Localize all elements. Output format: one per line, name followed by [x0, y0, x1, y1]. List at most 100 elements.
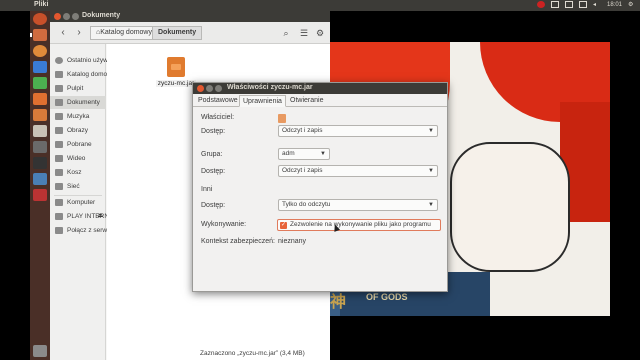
tab-basic[interactable]: Podstawowe — [195, 95, 241, 107]
group-access-value: Odczyt i zapis — [282, 167, 323, 174]
sidebar-item-label: Sieć — [67, 183, 80, 190]
others-access-select[interactable]: Tylko do odczytu ▼ — [278, 199, 438, 211]
group-select[interactable]: adm ▼ — [278, 148, 330, 160]
group-access-select[interactable]: Odczyt i zapis ▼ — [278, 165, 438, 177]
settings-icon[interactable] — [33, 141, 47, 153]
toolbar: ‹ › ⌂Katalog domowy Dokumenty ⌕ ☰ ⚙ — [50, 22, 330, 44]
minimize-button[interactable] — [63, 13, 70, 20]
writer-icon[interactable] — [33, 61, 47, 73]
calc-icon[interactable] — [33, 77, 47, 89]
exec-checkbox[interactable]: ✓ — [280, 222, 287, 229]
file-item[interactable]: zyczu-mc.jar — [156, 57, 196, 87]
sidebar-item-home[interactable]: Katalog domowy — [50, 68, 115, 81]
menu-icon[interactable]: ⚙ — [314, 27, 326, 39]
properties-dialog: Właściwości zyczu-mc.jar Podstawowe Upra… — [192, 82, 448, 292]
breadcrumb-home-label: Katalog domowy — [100, 29, 152, 36]
terminal-icon[interactable] — [33, 157, 47, 169]
jar-file-icon — [167, 57, 185, 77]
others-access-label: Dostęp: — [201, 202, 226, 209]
exec-label: Wykonywanie: — [201, 221, 247, 228]
security-context-label: Kontekst zabezpieczeń: — [201, 238, 275, 245]
clock-icon — [55, 57, 63, 64]
back-button[interactable]: ‹ — [56, 26, 70, 40]
sidebar-item-computer[interactable]: Komputer — [50, 196, 106, 209]
tab-open-with[interactable]: Otwieranie — [287, 95, 326, 107]
keyboard-icon[interactable] — [550, 1, 559, 8]
group-access-label: Dostęp: — [201, 168, 226, 175]
sidebar-item-label: Muzyka — [67, 113, 90, 120]
close-button[interactable] — [197, 85, 204, 92]
files-launcher-icon[interactable] — [30, 29, 47, 41]
tab-permissions[interactable]: Uprawnienia — [239, 95, 286, 107]
chevron-down-icon: ▼ — [320, 151, 326, 157]
background-black-band — [330, 316, 610, 360]
sidebar-item-desktop[interactable]: Pulpit — [50, 82, 106, 95]
eject-icon[interactable]: ⏏ — [97, 210, 103, 223]
owner-access-select[interactable]: Odczyt i zapis ▼ — [278, 125, 438, 137]
launcher — [30, 11, 50, 360]
impress-icon[interactable] — [33, 93, 47, 105]
file-name: zyczu-mc.jar — [156, 80, 196, 87]
search-icon[interactable]: ⌕ — [280, 27, 292, 39]
others-heading: Inni — [201, 186, 213, 193]
artwork-face — [450, 142, 570, 272]
owner-label: Właściciel: — [201, 114, 235, 121]
dialog-titlebar[interactable]: Właściwości zyczu-mc.jar — [193, 83, 447, 94]
dialog-title: Właściwości zyczu-mc.jar — [227, 84, 313, 91]
breadcrumb-home[interactable]: ⌂Katalog domowy — [90, 26, 158, 40]
minimize-button[interactable] — [206, 85, 213, 92]
maximize-button[interactable] — [215, 85, 222, 92]
group-value: adm — [282, 150, 295, 157]
breadcrumb-documents-label: Dokumenty — [158, 29, 197, 36]
computer-icon — [55, 199, 63, 206]
sidebar-item-label: Kosz — [67, 169, 82, 176]
documents-icon — [55, 99, 63, 106]
sidebar-item-downloads[interactable]: Pobrane — [50, 138, 106, 151]
forward-button[interactable]: › — [72, 26, 86, 40]
system-tray: ◂ 18:01 ⚙ — [536, 1, 636, 8]
active-app-name: Pliki — [34, 1, 49, 8]
network-icon — [55, 183, 63, 190]
firefox-icon[interactable] — [33, 45, 47, 57]
sidebar-item-trash[interactable]: Kosz — [50, 166, 106, 179]
sidebar-item-videos[interactable]: Wideo — [50, 152, 106, 165]
app-icon[interactable] — [33, 173, 47, 185]
sidebar-item-label: Dokumenty — [67, 99, 100, 106]
exec-checkbox-label[interactable]: Zezwolenie na wykonywanie pliku jako pro… — [290, 221, 431, 228]
status-bar: Zaznaczono „zyczu-mc.jar” (3,4 MB) — [200, 350, 305, 357]
sidebar-item-pictures[interactable]: Obrazy — [50, 124, 106, 137]
exec-checkbox-row[interactable]: ✓ Zezwolenie na wykonywanie pliku jako p… — [277, 219, 441, 231]
tab-bar: Podstawowe Uprawnienia Otwieranie — [193, 95, 447, 107]
sidebar-item-play-internet[interactable]: PLAY INTERNET ⏏ — [50, 210, 117, 223]
amazon-icon[interactable] — [33, 125, 47, 137]
music-icon — [55, 113, 63, 120]
chevron-down-icon: ▼ — [428, 128, 434, 134]
file-manager-title: Dokumenty — [82, 12, 121, 19]
trash-launcher-icon[interactable] — [33, 345, 47, 357]
sidebar-item-recent[interactable]: Ostatnio używane — [50, 54, 119, 67]
sound-icon[interactable]: ◂ — [593, 1, 601, 8]
chevron-down-icon: ▼ — [428, 168, 434, 174]
file-manager-titlebar[interactable]: Dokumenty — [50, 11, 330, 22]
maximize-button[interactable] — [72, 13, 79, 20]
software-center-icon[interactable] — [33, 109, 47, 121]
view-list-icon[interactable]: ☰ — [298, 27, 310, 39]
power-icon[interactable]: ⚙ — [628, 1, 636, 8]
app-icon-2[interactable] — [33, 189, 47, 201]
mail-icon[interactable] — [564, 1, 573, 8]
server-icon — [55, 227, 63, 234]
battery-icon[interactable] — [578, 1, 587, 8]
close-button[interactable] — [54, 13, 61, 20]
desktop-icon — [55, 85, 63, 92]
dash-icon[interactable] — [33, 13, 47, 25]
sidebar-item-music[interactable]: Muzyka — [50, 110, 106, 123]
sidebar-item-label: Komputer — [67, 199, 96, 206]
sidebar-item-label: Pulpit — [67, 85, 84, 92]
network-icon[interactable] — [536, 1, 545, 8]
breadcrumb-documents[interactable]: Dokumenty — [152, 26, 203, 40]
sidebar-item-network[interactable]: Sieć — [50, 180, 106, 193]
clock[interactable]: 18:01 — [607, 2, 622, 8]
sidebar: Ostatnio używane Katalog domowy Pulpit D… — [50, 44, 122, 360]
sidebar-item-documents[interactable]: Dokumenty — [50, 96, 106, 109]
sidebar-item-connect-server[interactable]: Połącz z serwerem — [50, 224, 122, 237]
